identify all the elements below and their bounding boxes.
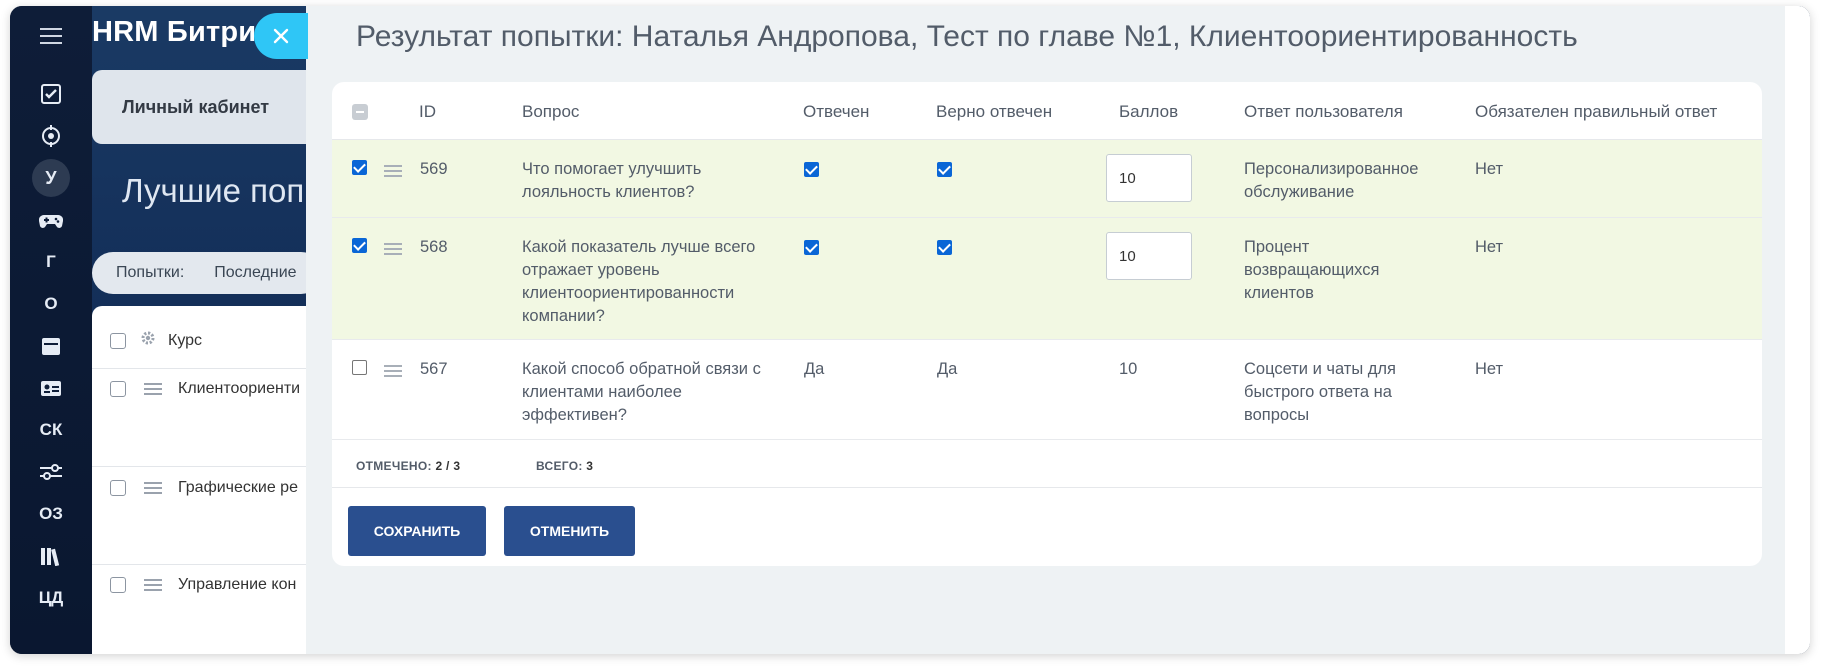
attempts-filter[interactable]: Попытки: Последние: [92, 252, 322, 294]
course-name[interactable]: Графические ре: [178, 479, 298, 497]
score-value: 10: [1119, 360, 1138, 378]
table-row[interactable]: 568 Какой показатель лучше всего отражае…: [332, 218, 1762, 340]
score-input[interactable]: [1106, 154, 1192, 202]
app-logo: HRM Битри: [92, 16, 257, 48]
table-header-row: Курс: [92, 330, 322, 351]
row-checkbox[interactable]: [110, 480, 126, 496]
course-name[interactable]: Клиентоориенти: [178, 380, 300, 398]
column-required[interactable]: Обязателен правильный ответ: [1475, 102, 1717, 122]
user-answer: Процент возвращающихся клиентов: [1244, 238, 1380, 302]
target-icon[interactable]: [10, 118, 92, 154]
app-frame: У Г О СК ОЗ ЦД HRM Битри Личный кабинет …: [10, 6, 1810, 654]
required-value: Нет: [1475, 360, 1504, 378]
question-id: 569: [420, 160, 448, 178]
course-column-header: Курс: [168, 331, 203, 349]
rail-item-cd[interactable]: ЦД: [10, 580, 92, 616]
user-answer: Соцсети и чаты для быстрого ответа на во…: [1244, 360, 1396, 424]
background-table: Курс Клиентоориенти Графические ре Управ…: [92, 306, 322, 654]
background-page-title: Лучшие попы: [122, 172, 328, 209]
question-id: 568: [420, 238, 448, 256]
drag-handle-icon[interactable]: [384, 240, 402, 258]
slider-title: Результат попытки: Наталья Андропова, Те…: [356, 20, 1578, 53]
row-checkbox[interactable]: [352, 238, 367, 253]
answered-value: Да: [804, 360, 825, 378]
drag-handle-icon[interactable]: [384, 162, 402, 180]
column-user-answer[interactable]: Ответ пользователя: [1244, 102, 1403, 122]
question-id: 567: [420, 360, 448, 378]
table-row[interactable]: Управление кон: [92, 576, 322, 594]
save-button[interactable]: СОХРАНИТЬ: [348, 506, 486, 556]
table-footer-stats: ОТМЕЧЕНО: 2 / 3 ВСЕГО: 3: [332, 440, 1762, 488]
correct-checkbox[interactable]: [937, 240, 952, 255]
column-id[interactable]: ID: [419, 102, 436, 122]
library-icon[interactable]: [10, 538, 92, 574]
cancel-button[interactable]: ОТМЕНИТЬ: [504, 506, 635, 556]
column-correct[interactable]: Верно отвечен: [936, 102, 1052, 122]
total-count: ВСЕГО: 3: [536, 459, 594, 473]
calendar-icon[interactable]: [10, 328, 92, 364]
rail-item-oz[interactable]: ОЗ: [10, 496, 92, 532]
correct-checkbox[interactable]: [937, 162, 952, 177]
gamepad-icon[interactable]: [10, 203, 92, 239]
divider: [92, 368, 322, 369]
filter-value: Последние: [214, 264, 297, 281]
row-checkbox[interactable]: [110, 381, 126, 397]
menu-icon[interactable]: [10, 18, 92, 54]
table-row[interactable]: Клиентоориенти: [92, 380, 322, 398]
column-question[interactable]: Вопрос: [522, 102, 579, 122]
course-name[interactable]: Управление кон: [178, 576, 296, 594]
sliders-icon[interactable]: [10, 454, 92, 490]
table-row[interactable]: Графические ре: [92, 479, 322, 497]
task-check-icon[interactable]: [10, 76, 92, 112]
correct-value: Да: [937, 360, 958, 378]
rail-item-g[interactable]: Г: [10, 244, 92, 280]
row-checkbox[interactable]: [352, 160, 367, 175]
close-icon: [273, 28, 289, 44]
drag-handle-icon[interactable]: [384, 362, 402, 380]
column-score[interactable]: Баллов: [1119, 102, 1178, 122]
left-rail: У Г О СК ОЗ ЦД: [10, 6, 92, 654]
results-table-panel: ID Вопрос Отвечен Верно отвечен Баллов О…: [332, 82, 1762, 566]
marked-count: ОТМЕЧЕНО: 2 / 3: [356, 459, 461, 473]
score-input[interactable]: [1106, 232, 1192, 280]
close-slider-button[interactable]: [254, 13, 308, 59]
question-text: Что помогает улучшить лояльность клиенто…: [522, 160, 702, 201]
answered-checkbox[interactable]: [804, 162, 819, 177]
drag-handle-icon[interactable]: [144, 479, 162, 497]
required-value: Нет: [1475, 238, 1504, 256]
filter-label: Попытки:: [116, 264, 185, 281]
rail-item-u[interactable]: У: [10, 159, 92, 197]
gear-icon[interactable]: [140, 330, 158, 351]
divider: [92, 564, 322, 565]
rail-item-sk[interactable]: СК: [10, 412, 92, 448]
id-card-icon[interactable]: [10, 370, 92, 406]
row-checkbox[interactable]: [110, 577, 126, 593]
answered-checkbox[interactable]: [804, 240, 819, 255]
divider: [92, 466, 322, 467]
select-all-checkbox[interactable]: [352, 104, 368, 120]
row-checkbox[interactable]: [352, 360, 367, 375]
personal-cabinet-tab[interactable]: Личный кабинет: [92, 70, 322, 144]
drag-handle-icon[interactable]: [144, 380, 162, 398]
select-all-checkbox[interactable]: [110, 332, 126, 349]
question-text: Какой показатель лучше всего отражает ур…: [522, 238, 756, 325]
table-row[interactable]: 569 Что помогает улучшить лояльность кли…: [332, 140, 1762, 218]
table-header: ID Вопрос Отвечен Верно отвечен Баллов О…: [332, 82, 1762, 140]
question-text: Какой способ обратной связи с клиентами …: [522, 360, 761, 424]
column-answered[interactable]: Отвечен: [803, 102, 869, 122]
required-value: Нет: [1475, 160, 1504, 178]
rail-item-o[interactable]: О: [10, 286, 92, 322]
drag-handle-icon[interactable]: [144, 576, 162, 594]
attempt-result-slider: Результат попытки: Наталья Андропова, Те…: [306, 6, 1810, 654]
slider-scrollbar[interactable]: [1785, 6, 1810, 654]
table-row[interactable]: 567 Какой способ обратной связи с клиент…: [332, 340, 1762, 440]
user-answer: Персонализированное обслуживание: [1244, 160, 1419, 201]
